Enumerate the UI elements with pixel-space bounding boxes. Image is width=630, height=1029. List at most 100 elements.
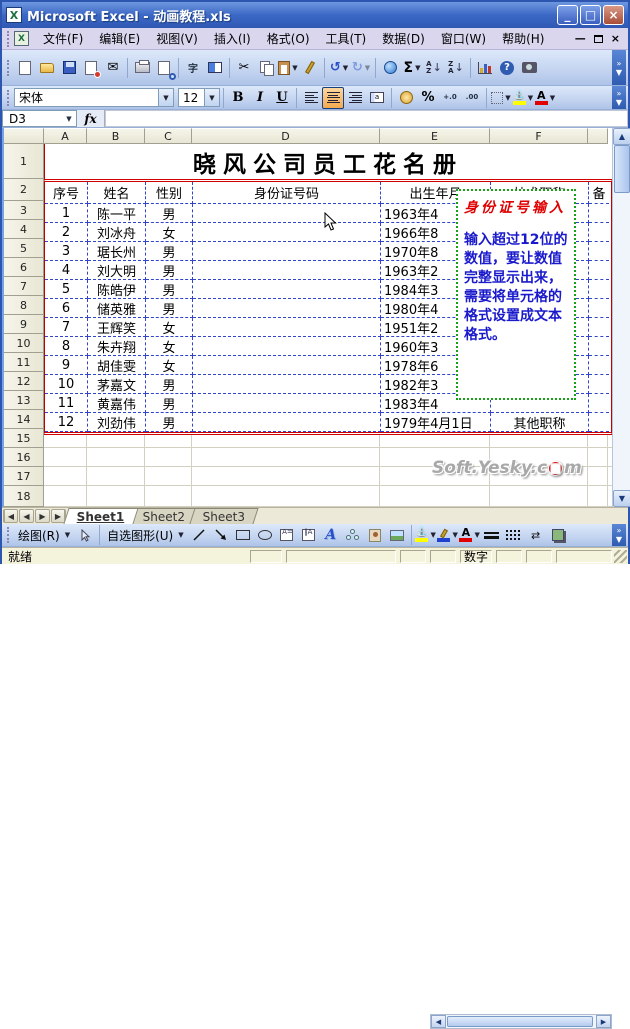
scroll-right-button[interactable]: ▶ bbox=[596, 1015, 611, 1028]
table-cell[interactable] bbox=[193, 299, 381, 318]
column-header-g[interactable] bbox=[588, 128, 608, 144]
undo-button[interactable]: ↺ ▼ bbox=[328, 57, 350, 79]
currency-style-button[interactable] bbox=[395, 87, 417, 109]
table-header-cell[interactable]: 姓名 bbox=[88, 182, 146, 204]
menu-item-7[interactable]: 窗口(W) bbox=[433, 27, 494, 50]
row-header-17[interactable]: 17 bbox=[4, 467, 44, 486]
font-color-button[interactable]: A ▼ bbox=[534, 87, 556, 109]
table-header-cell[interactable]: 性别 bbox=[146, 182, 193, 204]
toolbar-options-button[interactable]: » ▼ bbox=[612, 524, 626, 546]
table-cell[interactable]: 男 bbox=[146, 394, 193, 413]
table-header-cell[interactable]: 备 bbox=[589, 182, 609, 204]
sheet-tab-sheet2[interactable]: Sheet2 bbox=[128, 508, 199, 524]
row-header-2[interactable]: 2 bbox=[4, 179, 44, 201]
table-cell[interactable]: 男 bbox=[146, 280, 193, 299]
minimize-button[interactable]: _ bbox=[557, 5, 578, 25]
table-cell[interactable]: 男 bbox=[146, 375, 193, 394]
menu-item-8[interactable]: 帮助(H) bbox=[494, 27, 552, 50]
table-cell[interactable]: 男 bbox=[146, 204, 193, 223]
table-header-cell[interactable]: 身份证号码 bbox=[193, 182, 381, 204]
row-header-16[interactable]: 16 bbox=[4, 448, 44, 467]
table-cell[interactable] bbox=[589, 318, 609, 337]
font-name-combo[interactable]: 宋体 ▼ bbox=[14, 88, 174, 107]
toolbar-grip[interactable] bbox=[7, 59, 11, 76]
table-cell[interactable] bbox=[193, 318, 381, 337]
fill-color-button[interactable]: ⛲ ▼ bbox=[415, 524, 437, 546]
horizontal-scroll-thumb[interactable] bbox=[447, 1016, 593, 1027]
row-header-12[interactable]: 12 bbox=[4, 372, 44, 391]
menu-item-2[interactable]: 视图(V) bbox=[148, 27, 206, 50]
table-cell[interactable]: 女 bbox=[146, 356, 193, 375]
chevron-down-icon[interactable]: ▼ bbox=[62, 111, 76, 126]
insert-function-button[interactable]: fx bbox=[77, 110, 105, 127]
select-all-corner[interactable] bbox=[4, 128, 44, 144]
table-cell[interactable]: 琚长州 bbox=[88, 242, 146, 261]
prev-sheet-button[interactable]: ◀ bbox=[19, 509, 34, 523]
column-header-D[interactable]: D bbox=[192, 128, 380, 144]
row-header-4[interactable]: 4 bbox=[4, 220, 44, 239]
menu-item-5[interactable]: 工具(T) bbox=[318, 27, 375, 50]
borders-button[interactable]: ▼ bbox=[490, 87, 512, 109]
table-cell[interactable] bbox=[193, 337, 381, 356]
toolbar-grip[interactable] bbox=[7, 89, 11, 106]
row-header-14[interactable]: 14 bbox=[4, 410, 44, 429]
workbook-icon[interactable]: X bbox=[14, 31, 29, 46]
table-cell[interactable]: 朱卉翔 bbox=[88, 337, 146, 356]
menu-item-4[interactable]: 格式(O) bbox=[259, 27, 318, 50]
bold-button[interactable]: B bbox=[227, 87, 249, 109]
sheet-tab-sheet1[interactable]: Sheet1 bbox=[63, 508, 139, 524]
chart-wizard-button[interactable] bbox=[474, 57, 496, 79]
table-cell[interactable] bbox=[589, 394, 609, 413]
table-cell[interactable]: 女 bbox=[146, 318, 193, 337]
table-cell[interactable]: 刘大明 bbox=[88, 261, 146, 280]
save-button[interactable] bbox=[58, 57, 80, 79]
table-header-cell[interactable]: 序号 bbox=[45, 182, 88, 204]
table-cell[interactable] bbox=[589, 413, 609, 432]
text-box-button[interactable]: A= bbox=[276, 524, 298, 546]
table-cell[interactable]: 11 bbox=[45, 394, 88, 413]
print-preview-button[interactable] bbox=[153, 57, 176, 80]
toolbar-options-button[interactable]: » ▼ bbox=[612, 50, 626, 85]
table-cell[interactable]: 其他职称 bbox=[491, 413, 589, 432]
toolbar-options-button[interactable]: » ▼ bbox=[612, 86, 626, 109]
merged-title-cell[interactable]: 晓风公司员工花名册 bbox=[44, 144, 612, 179]
line-color-button[interactable]: ▼ bbox=[437, 524, 459, 546]
row-header-3[interactable]: 3 bbox=[4, 201, 44, 220]
line-style-button[interactable] bbox=[481, 524, 503, 546]
clip-art-button[interactable] bbox=[364, 524, 386, 546]
row-header-5[interactable]: 5 bbox=[4, 239, 44, 258]
open-button[interactable] bbox=[36, 57, 58, 79]
column-header-C[interactable]: C bbox=[145, 128, 192, 144]
vertical-scrollbar[interactable]: ▲ ▼ bbox=[612, 128, 630, 507]
scroll-down-button[interactable]: ▼ bbox=[613, 490, 630, 507]
chevron-down-icon[interactable]: ▼ bbox=[158, 89, 173, 106]
insert-picture-button[interactable] bbox=[386, 524, 408, 546]
align-center-button[interactable] bbox=[322, 86, 344, 109]
font-color-button[interactable]: A ▼ bbox=[459, 524, 481, 546]
arrow-tool-button[interactable] bbox=[210, 524, 232, 546]
scroll-left-button[interactable]: ◀ bbox=[431, 1015, 446, 1028]
table-cell[interactable] bbox=[589, 356, 609, 375]
horizontal-scrollbar[interactable]: ◀ ▶ bbox=[430, 1014, 612, 1029]
research-button[interactable] bbox=[204, 57, 226, 79]
scroll-up-button[interactable]: ▲ bbox=[613, 128, 630, 145]
table-cell[interactable]: 男 bbox=[146, 261, 193, 280]
table-cell[interactable]: 3 bbox=[45, 242, 88, 261]
next-sheet-button[interactable]: ▶ bbox=[35, 509, 50, 523]
table-cell[interactable]: 胡佳雯 bbox=[88, 356, 146, 375]
redo-button[interactable]: ↻ ▼ bbox=[350, 57, 372, 79]
increase-decimal-button[interactable]: +.0 bbox=[439, 87, 461, 109]
table-cell[interactable] bbox=[589, 299, 609, 318]
table-cell[interactable] bbox=[193, 204, 381, 223]
table-cell[interactable]: 陈皓伊 bbox=[88, 280, 146, 299]
vertical-text-box-button[interactable]: ‖A bbox=[298, 524, 320, 546]
paste-button[interactable]: ▼ bbox=[277, 57, 299, 79]
align-left-button[interactable] bbox=[300, 87, 322, 109]
table-cell[interactable]: 1 bbox=[45, 204, 88, 223]
table-cell[interactable] bbox=[193, 394, 381, 413]
copy-button[interactable] bbox=[255, 57, 277, 79]
draw-menu-button[interactable]: 绘图(R) ▼ bbox=[14, 525, 74, 545]
name-box[interactable]: D3 ▼ bbox=[2, 110, 77, 127]
table-cell[interactable]: 7 bbox=[45, 318, 88, 337]
doc-close-button[interactable]: × bbox=[611, 33, 620, 44]
